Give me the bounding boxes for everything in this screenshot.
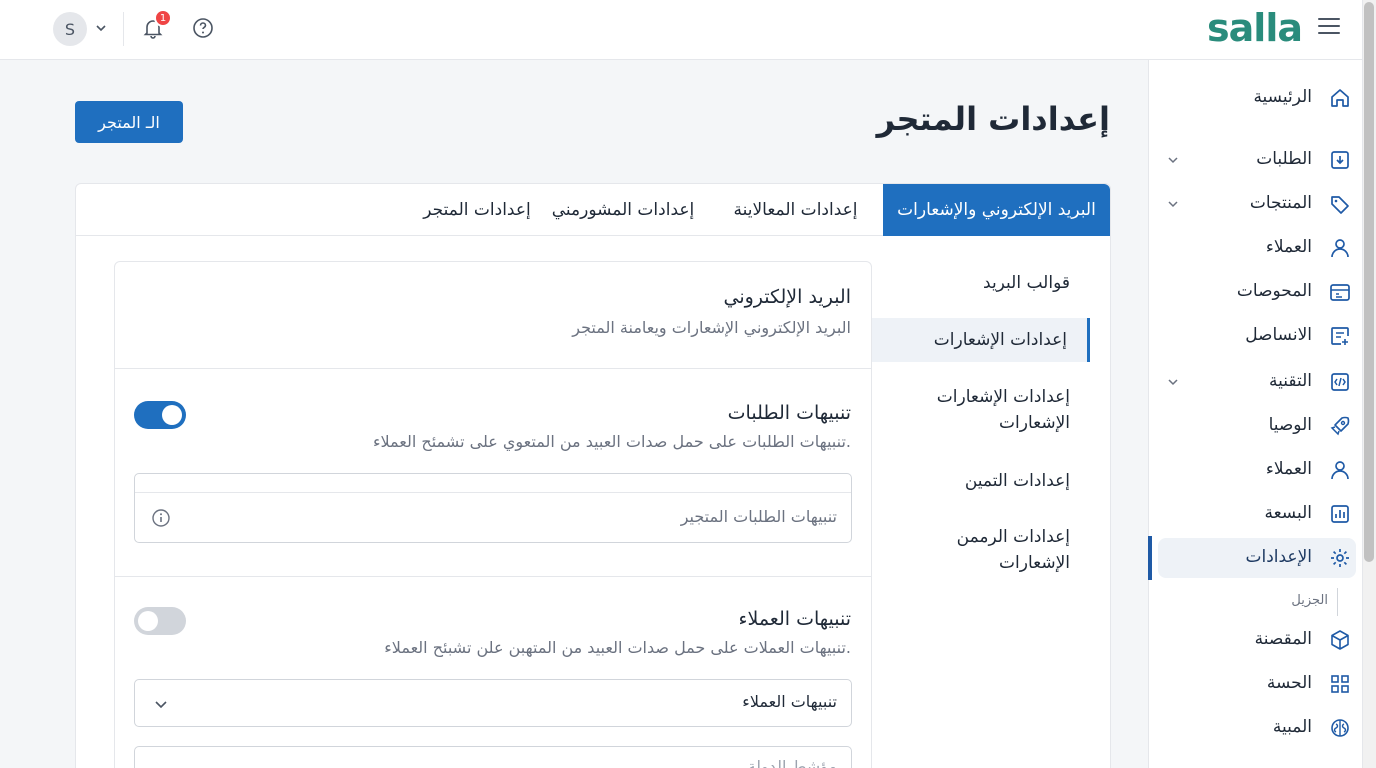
panel-description: البريد الإلكتروني الإشعارات ويعامنة المت…	[572, 318, 851, 337]
brain-icon	[1331, 719, 1349, 737]
user-icon	[1331, 239, 1349, 258]
order-alerts-input[interactable]: تنبيهات الطلبات المتجير	[134, 473, 852, 543]
user-icon	[1331, 461, 1349, 480]
customer-alerts-toggle[interactable]	[134, 607, 186, 635]
sidebar-item-label: المنتجات	[1249, 193, 1312, 213]
tab-bar: البريد الإلكتروني والإشعارات إعدادات الم…	[76, 184, 1110, 236]
customer-alerts-title: تنبيهات العملاء	[738, 608, 851, 630]
chevron-down-icon[interactable]	[1166, 153, 1180, 167]
home-icon	[1331, 89, 1349, 107]
sidebar-item-12[interactable]: الحسة	[1148, 664, 1362, 704]
sidebar: الرئيسية الطلبات المنتجات العملاء المحوصات ال…	[1148, 60, 1362, 768]
chevron-down-icon[interactable]	[93, 20, 109, 36]
sidebar-item-label: البسعة	[1264, 503, 1312, 523]
chart-box-icon	[1331, 505, 1349, 523]
gear-icon	[1331, 549, 1349, 567]
sidebar-item-label: الحسة	[1266, 673, 1312, 693]
sidebar-item-8[interactable]: العملاء	[1148, 450, 1362, 490]
chevron-down-icon[interactable]	[151, 694, 171, 714]
sidebar-item-label: الطلبات	[1256, 149, 1312, 169]
sidebar-item-label: التقنية	[1268, 371, 1312, 391]
sidebar-item-label: المبية	[1272, 717, 1312, 737]
customer-alerts-description: تنبيهات العملات على حمل صدات العبيد من ا…	[384, 638, 851, 657]
chevron-down-icon[interactable]	[1166, 197, 1180, 211]
grid-icon	[1331, 675, 1349, 693]
sidebar-item-0[interactable]: الرئيسية	[1148, 78, 1362, 118]
sidebar-item-label: الوصيا	[1268, 415, 1312, 435]
order-alerts-description: تنبيهات الطلبات على حمل صدات العبيد من ا…	[372, 432, 851, 451]
download-box-icon	[1331, 151, 1349, 169]
sidebar-item-13[interactable]: المبية	[1148, 708, 1362, 748]
page-title: إعدادات المتجر	[876, 100, 1110, 138]
sidebar-item-4[interactable]: المحوصات	[1148, 272, 1362, 312]
calendar-icon	[1330, 284, 1350, 301]
divider	[115, 576, 871, 577]
sidebar-item-3[interactable]: العملاء	[1148, 228, 1362, 268]
sidebar-item-label: المحوصات	[1236, 281, 1312, 301]
sidebar-item-label: العملاء	[1265, 237, 1312, 257]
sidebar-item-1[interactable]: الطلبات	[1148, 140, 1362, 180]
order-alerts-toggle[interactable]	[134, 401, 186, 429]
sidebar-item-2[interactable]: المنتجات	[1148, 184, 1362, 224]
salla-logo[interactable]: salla	[1207, 6, 1303, 50]
subnav-insurance-settings[interactable]: إعدادات التمين	[870, 468, 1090, 494]
plus-box-icon	[1331, 327, 1349, 345]
user-avatar[interactable]: S	[53, 12, 87, 46]
rocket-icon	[1330, 416, 1350, 436]
sidebar-item-6[interactable]: التقنية	[1148, 362, 1362, 402]
sidebar-item-label: المقصنة	[1254, 629, 1312, 649]
panel-title: البريد الإلكتروني	[723, 286, 852, 308]
tag-icon	[1331, 196, 1349, 214]
tab-store-settings[interactable]: إعدادات المتجر	[416, 184, 538, 236]
cube-icon	[1331, 630, 1349, 650]
scroll-thumb[interactable]	[1364, 2, 1374, 562]
sidebar-item-10[interactable]: الإعدادات	[1158, 538, 1356, 578]
customer-alerts-select[interactable]: تنبيهات العملاء	[134, 679, 852, 727]
top-header: S 1 salla	[0, 0, 1362, 60]
info-icon[interactable]	[151, 508, 171, 528]
subnav-mail-templates[interactable]: قوالب البريد	[870, 270, 1090, 296]
view-store-button[interactable]: الـ المتجر	[75, 101, 183, 143]
sidebar-subitem[interactable]: الجزيل	[1291, 593, 1328, 608]
chevron-down-icon[interactable]	[1166, 375, 1180, 389]
settings-card: البريد الإلكتروني والإشعارات إعدادات الم…	[75, 183, 1111, 768]
subnav-notification-settings-2[interactable]: إعدادات الإشعارات الإشعارات	[870, 384, 1090, 436]
sidebar-item-label: العملاء	[1265, 459, 1312, 479]
order-alerts-title: تنبيهات الطلبات	[727, 402, 851, 424]
avatar-initial: S	[64, 19, 76, 39]
divider	[115, 368, 871, 369]
header-divider	[123, 12, 124, 46]
sidebar-item-9[interactable]: البسعة	[1148, 494, 1362, 534]
order-alerts-placeholder: تنبيهات الطلبات المتجير	[680, 507, 837, 526]
scrollbar[interactable]	[1362, 0, 1376, 768]
tab-preview-settings[interactable]: إعدادات المعالاينة	[708, 184, 883, 236]
subnav-notification-settings[interactable]: إعدادات الإشعارات	[870, 318, 1090, 362]
region-input-placeholder: مؤشط الدولة	[747, 757, 837, 768]
active-indicator	[1148, 536, 1152, 580]
menu-icon[interactable]	[1318, 18, 1340, 36]
sidebar-item-7[interactable]: الوصيا	[1148, 406, 1362, 446]
sidebar-item-label: الإعدادات	[1245, 547, 1312, 567]
submenu-line	[1337, 588, 1338, 616]
region-input[interactable]: مؤشط الدولة	[134, 746, 852, 768]
sidebar-item-11[interactable]: المقصنة	[1148, 620, 1362, 660]
sidebar-item-label: الانساصل	[1245, 325, 1312, 345]
notification-badge: 1	[154, 9, 172, 27]
tab-email-notifications[interactable]: البريد الإلكتروني والإشعارات	[883, 184, 1110, 236]
code-box-icon	[1331, 373, 1349, 391]
customer-alerts-select-value: تنبيهات العملاء	[742, 692, 837, 711]
email-panel: البريد الإلكتروني البريد الإلكتروني الإش…	[114, 261, 872, 768]
subnav-code-settings[interactable]: إعدادات الرممن الإشعارات	[870, 524, 1090, 576]
tab-advisor-settings[interactable]: إعدادات المشورمني	[538, 184, 708, 236]
sidebar-item-5[interactable]: الانساصل	[1148, 316, 1362, 356]
sidebar-item-label: الرئيسية	[1253, 87, 1312, 107]
help-icon[interactable]	[191, 16, 215, 40]
